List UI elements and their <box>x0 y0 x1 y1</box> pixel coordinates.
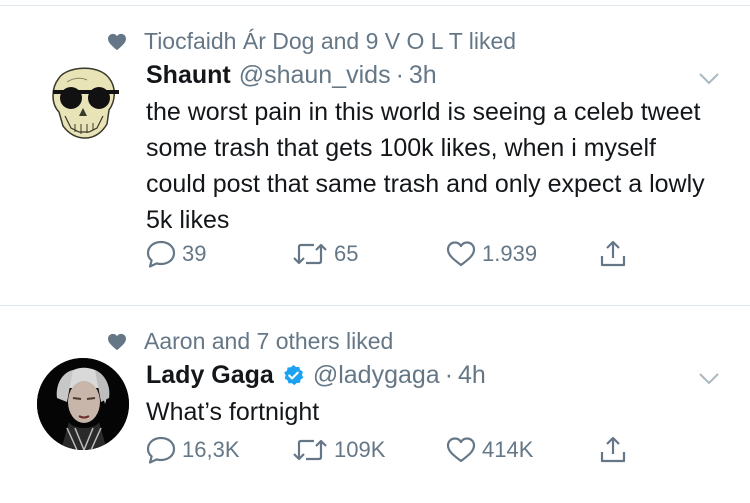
timestamp[interactable]: 4h <box>458 358 486 392</box>
heart-icon <box>108 33 126 50</box>
like-count: 1.939 <box>482 241 538 266</box>
tweet-body: Lady Gaga @ladygaga · 4h What’s fortnigh… <box>146 358 720 430</box>
like-button[interactable]: 414K <box>446 436 533 464</box>
retweet-button[interactable]: 109K <box>292 437 385 463</box>
reply-count: 39 <box>182 241 207 266</box>
like-button[interactable]: 1.939 <box>446 240 537 268</box>
retweet-button[interactable]: 65 <box>292 241 358 267</box>
caret-down-icon[interactable] <box>698 372 720 386</box>
verified-badge-icon <box>284 364 304 385</box>
retweet-icon <box>293 439 327 461</box>
tweet-header: Shaunt @shaun_vids · 3h <box>146 58 720 92</box>
like-icon <box>446 241 476 267</box>
social-context[interactable]: Aaron and 7 others liked <box>107 328 393 355</box>
skull-with-sunglasses-avatar <box>52 67 119 139</box>
share-button[interactable] <box>598 239 628 269</box>
caret-down-icon[interactable] <box>698 72 720 86</box>
social-context-text: Aaron and 7 others liked <box>144 328 394 354</box>
tweet-text: What’s fortnight <box>146 398 320 426</box>
avatar[interactable] <box>37 58 129 150</box>
retweet-icon <box>293 243 327 265</box>
heart-icon <box>108 333 126 350</box>
avatar[interactable] <box>37 358 129 450</box>
reply-icon <box>146 436 176 464</box>
portrait-avatar <box>37 358 129 450</box>
tweet[interactable]: Tiocfaidh Ár Dog and 9 V O L T liked Sha… <box>0 6 750 304</box>
retweet-count: 65 <box>334 241 359 266</box>
social-context[interactable]: Tiocfaidh Ár Dog and 9 V O L T liked <box>107 28 516 55</box>
timestamp[interactable]: 3h <box>409 58 437 92</box>
retweet-count: 109K <box>334 437 386 462</box>
reply-button[interactable]: 16,3K <box>146 436 240 464</box>
share-icon <box>600 436 626 463</box>
like-count: 414K <box>482 437 534 462</box>
reply-button[interactable]: 39 <box>146 240 206 268</box>
display-name[interactable]: Lady Gaga <box>146 358 274 392</box>
separator-dot: · <box>395 61 404 89</box>
tweet[interactable]: Aaron and 7 others liked Lady Gaga @lady… <box>0 306 750 503</box>
reply-count: 16,3K <box>182 437 240 462</box>
share-button[interactable] <box>598 435 628 465</box>
share-icon <box>600 240 626 267</box>
separator-dot: · <box>444 361 454 389</box>
display-name[interactable]: Shaunt <box>146 58 231 92</box>
social-context-text: Tiocfaidh Ár Dog and 9 V O L T liked <box>144 28 517 54</box>
reply-icon <box>146 240 176 268</box>
tweet-header: Lady Gaga @ladygaga · 4h <box>146 358 720 392</box>
user-handle[interactable]: @shaun_vids <box>239 58 391 92</box>
user-handle[interactable]: @ladygaga <box>313 358 440 392</box>
like-icon <box>446 437 476 463</box>
tweet-text: the worst pain in this world is seeing a… <box>146 98 705 234</box>
tweet-body: Shaunt @shaun_vids · 3h the worst pain i… <box>146 58 720 238</box>
